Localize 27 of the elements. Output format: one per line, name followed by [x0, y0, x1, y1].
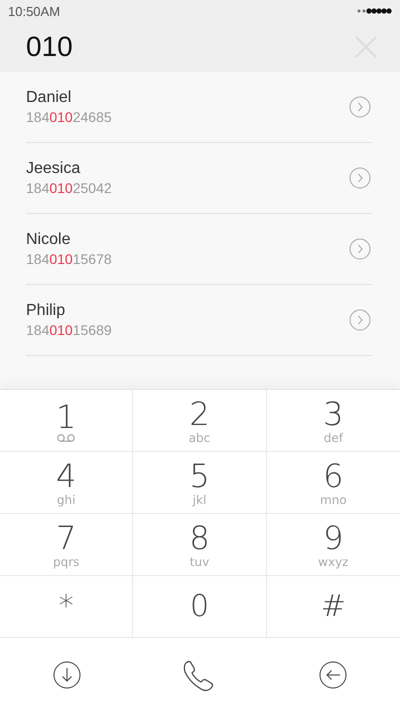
contact-name: Daniel — [26, 89, 72, 107]
contact-name: Philip — [26, 302, 66, 320]
contact-details-button[interactable] — [349, 309, 371, 331]
dial-key[interactable]: 1 — [0, 390, 134, 452]
dial-key[interactable]: 3 def — [266, 390, 400, 452]
contact-details-button[interactable] — [349, 238, 371, 260]
backspace-button[interactable] — [319, 660, 348, 688]
voicemail-icon — [57, 434, 76, 442]
phone-number: 18401015678 — [26, 251, 112, 267]
dial-key[interactable]: 6 mno — [266, 452, 400, 514]
hide-keypad-button[interactable] — [52, 660, 81, 688]
phone-number: 18401024685 — [26, 109, 112, 125]
dial-key[interactable]: 9 wxyz — [266, 514, 400, 576]
contact-name: Nicole — [26, 231, 72, 249]
contact-name: Jeesica — [26, 160, 82, 178]
dial-key[interactable]: 2 abc — [133, 390, 267, 452]
status-time: 10:50AM — [8, 4, 60, 18]
dial-key[interactable]: 5 jkl — [133, 452, 267, 514]
dial-key[interactable]: 4 ghi — [0, 452, 134, 514]
dialed-number[interactable]: 010 — [26, 31, 73, 63]
dial-key[interactable]: 7 pqrs — [0, 514, 134, 576]
contact-details-button[interactable] — [349, 167, 371, 189]
contact-details-button[interactable] — [349, 96, 371, 118]
phone-number: 18401025042 — [26, 180, 112, 196]
phone-number: 18401015689 — [26, 322, 112, 338]
signal-icon — [356, 8, 392, 14]
dial-key[interactable]: 8 tuv — [133, 514, 267, 576]
